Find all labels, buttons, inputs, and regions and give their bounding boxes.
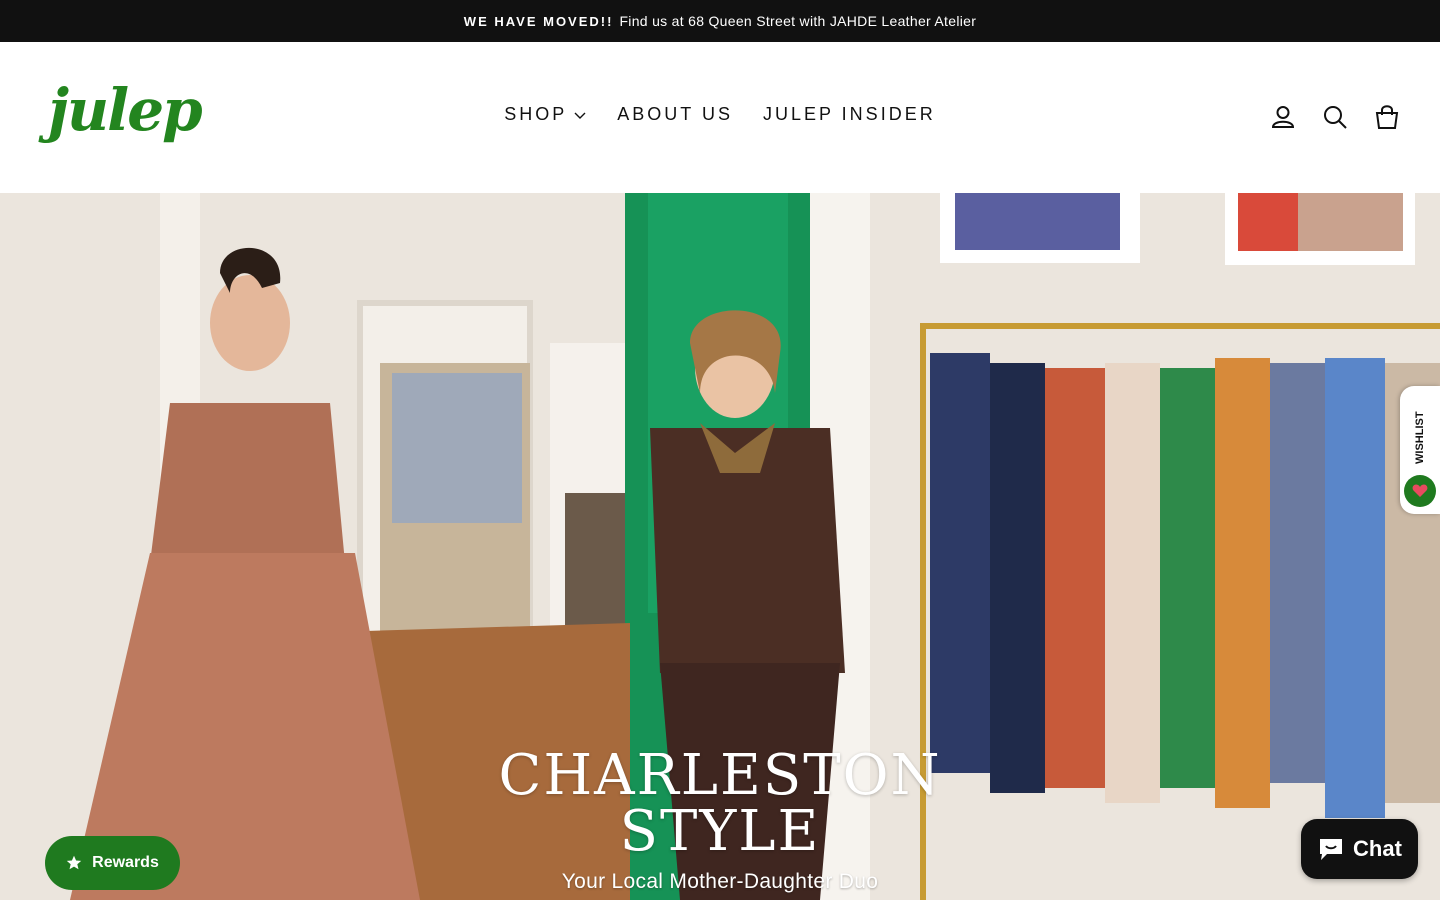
search-button[interactable] [1322,104,1348,130]
announcement-bar[interactable]: WE HAVE MOVED!! Find us at 68 Queen Stre… [0,0,1440,42]
search-icon [1324,106,1347,129]
hero-banner: CHARLESTON STYLE Your Local Mother-Daugh… [0,193,1440,900]
hero-text: CHARLESTON STYLE Your Local Mother-Daugh… [0,748,1440,894]
announcement-text: Find us at 68 Queen Street with JAHDE Le… [619,13,977,29]
heart-icon [1412,484,1428,497]
announcement-bold: WE HAVE MOVED!! [463,13,614,29]
chevron-down-icon [574,112,586,119]
header-utilities [1270,104,1400,130]
nav-about-label: ABOUT US [617,104,733,124]
chat-label: Chat [1353,836,1402,861]
site-header: julep SHOP ABOUT US JULEP INSIDER [0,42,1440,193]
wishlist-heart-button[interactable] [1404,475,1436,507]
cart-icon [1375,105,1399,129]
chat-button[interactable]: Chat [1301,819,1418,879]
nav-shop-label: SHOP [504,104,568,124]
account-button[interactable] [1270,104,1296,130]
nav-insider-label: JULEP INSIDER [762,104,936,124]
wishlist-label: WISHLIST [1414,411,1426,465]
cart-button[interactable] [1374,104,1400,130]
hero-title-line1: CHARLESTON [498,743,942,808]
rewards-button[interactable]: Rewards [45,836,180,890]
account-icon [1271,106,1295,128]
rewards-label: Rewards [92,854,159,871]
nav-julep-insider[interactable]: JULEP INSIDER [763,104,936,125]
hero-subtitle: Your Local Mother-Daughter Duo [561,870,879,893]
chat-bubble-icon [1320,839,1343,860]
star-icon [66,855,82,870]
wishlist-tab[interactable]: WISHLIST [1400,386,1440,514]
main-nav: SHOP ABOUT US JULEP INSIDER [0,104,1440,125]
hero-title-line2: STYLE [619,799,821,864]
nav-shop[interactable]: SHOP [504,104,587,125]
nav-about-us[interactable]: ABOUT US [617,104,733,125]
